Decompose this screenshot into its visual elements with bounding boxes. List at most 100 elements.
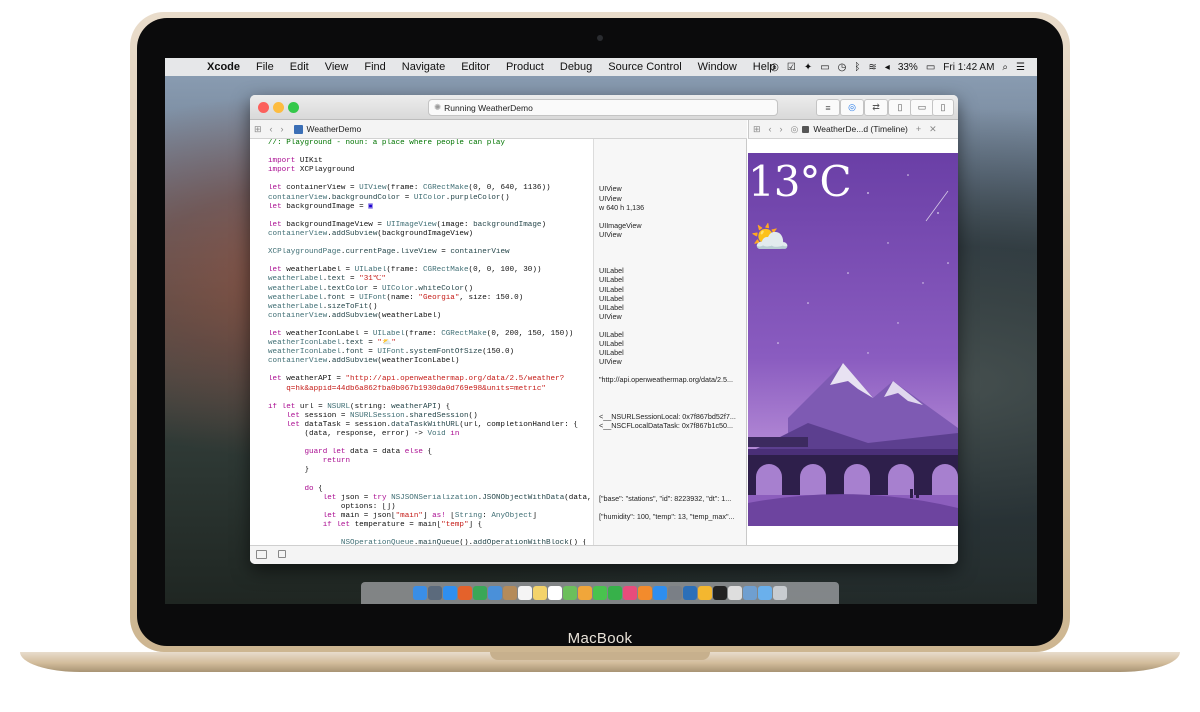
zoom-button[interactable] <box>288 102 299 113</box>
code-line[interactable]: do { <box>268 485 593 494</box>
back-icon[interactable]: ‹ <box>266 124 277 134</box>
menu-file[interactable]: File <box>248 61 282 73</box>
folder-icon[interactable] <box>758 586 772 600</box>
result-value[interactable]: UIImageView <box>599 221 746 230</box>
trash-icon[interactable] <box>773 586 787 600</box>
code-line[interactable]: containerView.backgroundColor = UIColor.… <box>268 194 593 203</box>
code-line[interactable]: let weatherIconLabel = UILabel(frame: CG… <box>268 330 593 339</box>
code-line[interactable]: weatherIconLabel.font = UIFont.systemFon… <box>268 348 593 357</box>
xcode-icon[interactable] <box>683 586 697 600</box>
result-value[interactable]: UILabel <box>599 348 746 357</box>
code-line[interactable]: let main = json["main"] as! [String: Any… <box>268 512 593 521</box>
result-value[interactable]: ["base": "stations", "id": 8223932, "dt"… <box>599 494 746 503</box>
code-line[interactable] <box>268 475 593 484</box>
result-value[interactable]: "http://api.openweathermap.org/data/2.5.… <box>599 375 746 384</box>
sketch-icon[interactable] <box>698 586 712 600</box>
volume-icon[interactable]: ◂ <box>881 62 894 73</box>
result-value[interactable]: UILabel <box>599 266 746 275</box>
related-items-icon[interactable]: ⊞ <box>749 124 765 135</box>
forward-icon[interactable]: › <box>776 124 787 134</box>
battery-percent[interactable]: 33% <box>894 62 922 73</box>
result-value[interactable]: <__NSCFLocalDataTask: 0x7f867b1c50... <box>599 421 746 430</box>
result-value[interactable]: UIView <box>599 184 746 193</box>
editor-tab-title[interactable]: WeatherDemo <box>307 124 362 134</box>
code-line[interactable]: if let temperature = main["temp"] { <box>268 521 593 530</box>
preview-icon[interactable] <box>743 586 757 600</box>
menu-view[interactable]: View <box>317 61 357 73</box>
finder-icon[interactable] <box>413 586 427 600</box>
result-value[interactable]: UIView <box>599 312 746 321</box>
code-line[interactable] <box>268 394 593 403</box>
result-value[interactable]: UILabel <box>599 275 746 284</box>
menu-edit[interactable]: Edit <box>282 61 317 73</box>
version-editor-button[interactable]: ⇄ <box>864 99 888 116</box>
standard-editor-button[interactable]: ≡ <box>816 99 840 116</box>
ibooks-icon[interactable] <box>638 586 652 600</box>
code-line[interactable]: let containerView = UIView(frame: CGRect… <box>268 184 593 193</box>
code-line[interactable]: let backgroundImageView = UIImageView(im… <box>268 221 593 230</box>
code-line[interactable]: weatherLabel.text = "31℃" <box>268 275 593 284</box>
contacts-icon[interactable] <box>503 586 517 600</box>
code-line[interactable]: let weatherAPI = "http://api.openweather… <box>268 375 593 384</box>
code-line[interactable]: containerView.addSubview(backgroundImage… <box>268 230 593 239</box>
code-line[interactable] <box>268 212 593 221</box>
forward-icon[interactable]: › <box>277 124 288 134</box>
source-code[interactable]: //: Playground - noun: a place where peo… <box>268 139 593 545</box>
mail-icon[interactable] <box>488 586 502 600</box>
launchpad-icon[interactable] <box>428 586 442 600</box>
assistant-editor-button[interactable]: ◎ <box>840 99 864 116</box>
related-items-icon[interactable]: ⊞ <box>250 124 266 135</box>
code-line[interactable] <box>268 257 593 266</box>
code-line[interactable]: options: []) <box>268 503 593 512</box>
preferences-icon[interactable] <box>668 586 682 600</box>
menu-editor[interactable]: Editor <box>453 61 498 73</box>
safari-icon[interactable] <box>443 586 457 600</box>
result-value[interactable]: UILabel <box>599 339 746 348</box>
result-value[interactable]: UIView <box>599 194 746 203</box>
minimize-button[interactable] <box>273 102 284 113</box>
code-line[interactable]: } <box>268 466 593 475</box>
clock[interactable]: Fri 1:42 AM <box>939 62 998 73</box>
code-line[interactable]: weatherLabel.textColor = UIColor.whiteCo… <box>268 285 593 294</box>
status-check-icon[interactable]: ☑ <box>783 62 800 73</box>
menu-navigate[interactable]: Navigate <box>394 61 453 73</box>
notes-icon[interactable] <box>533 586 547 600</box>
add-editor-icon[interactable]: + <box>912 124 925 134</box>
close-editor-icon[interactable]: ✕ <box>925 124 941 135</box>
result-value[interactable]: UILabel <box>599 285 746 294</box>
code-line[interactable] <box>268 366 593 375</box>
time-machine-icon[interactable]: ◷ <box>834 62 851 73</box>
calendar-icon[interactable] <box>518 586 532 600</box>
menu-window[interactable]: Window <box>690 61 745 73</box>
code-line[interactable]: import UIKit <box>268 157 593 166</box>
code-line[interactable] <box>268 239 593 248</box>
menu-product[interactable]: Product <box>498 61 552 73</box>
messages-icon[interactable] <box>593 586 607 600</box>
menu-app-name[interactable]: Xcode <box>199 61 248 73</box>
menu-debug[interactable]: Debug <box>552 61 600 73</box>
code-line[interactable]: (data, response, error) -> Void in <box>268 430 593 439</box>
result-value[interactable]: UIView <box>599 357 746 366</box>
code-line[interactable]: containerView.addSubview(weatherLabel) <box>268 312 593 321</box>
hide-debug-area-icon[interactable] <box>256 550 267 559</box>
debug-area-toggle-button[interactable]: ▭ <box>910 99 934 116</box>
code-line[interactable]: import XCPlayground <box>268 166 593 175</box>
code-line[interactable] <box>268 175 593 184</box>
terminal-icon[interactable] <box>713 586 727 600</box>
code-line[interactable]: containerView.addSubview(weatherIconLabe… <box>268 357 593 366</box>
code-line[interactable]: weatherLabel.sizeToFit() <box>268 303 593 312</box>
back-icon[interactable]: ‹ <box>765 124 776 134</box>
close-button[interactable] <box>258 102 269 113</box>
result-value[interactable]: UILabel <box>599 294 746 303</box>
code-line[interactable]: return <box>268 457 593 466</box>
airplay-icon[interactable]: ▭ <box>816 62 833 73</box>
code-line[interactable]: q=hk&appid=44db6a862fba0b067b1930da0d769… <box>268 385 593 394</box>
chrome-icon[interactable] <box>473 586 487 600</box>
notification-center-icon[interactable]: ☰ <box>1012 62 1029 73</box>
code-line[interactable]: let weatherLabel = UILabel(frame: CGRect… <box>268 266 593 275</box>
menu-source-control[interactable]: Source Control <box>600 61 689 73</box>
utilities-toggle-button[interactable]: ▯ <box>932 99 954 116</box>
code-line[interactable] <box>268 439 593 448</box>
code-line[interactable]: guard let data = data else { <box>268 448 593 457</box>
code-line[interactable] <box>268 148 593 157</box>
